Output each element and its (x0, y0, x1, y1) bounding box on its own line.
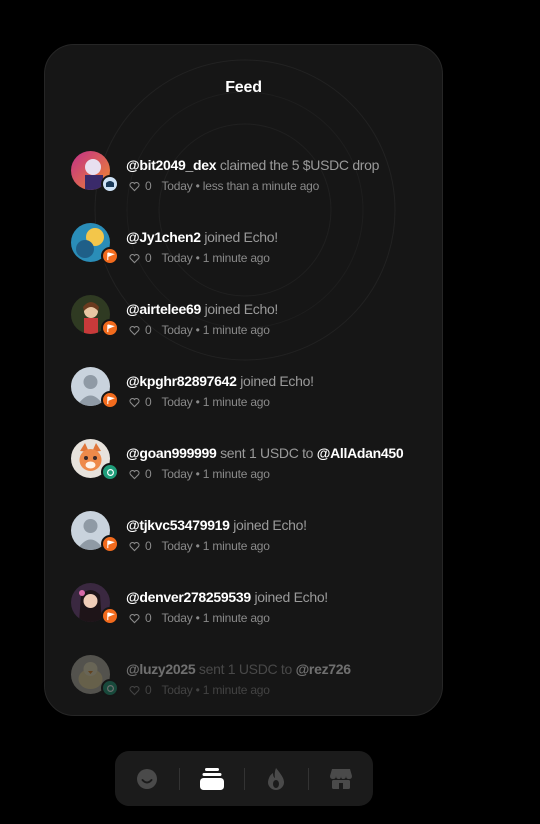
timestamp: Today • 1 minute ago (161, 539, 270, 553)
feed-item[interactable]: @tjkvc53479919 joined Echo! 0 Today • 1 … (45, 509, 442, 581)
heart-icon[interactable] (129, 685, 140, 696)
feed-item[interactable]: @luzy2025 sent 1 USDC to @rez726 0 Today… (45, 653, 442, 715)
flag-badge-icon (101, 391, 119, 409)
timestamp: Today • 1 minute ago (161, 467, 270, 481)
activity-text: joined Echo! (233, 517, 307, 533)
timestamp: Today • 1 minute ago (161, 395, 270, 409)
dock-button-profile[interactable] (115, 751, 179, 806)
username-link[interactable]: @tjkvc53479919 (126, 517, 230, 533)
feed-item[interactable]: @Jy1chen2 joined Echo! 0 Today • 1 minut… (45, 221, 442, 293)
feed-item[interactable]: @goan999999 sent 1 USDC to @AllAdan450 0… (45, 437, 442, 509)
flame-icon (268, 767, 285, 790)
username-link[interactable]: @luzy2025 (126, 661, 196, 677)
store-icon (330, 768, 353, 789)
send-badge-icon (101, 463, 119, 481)
heart-icon[interactable] (129, 613, 140, 624)
like-count: 0 (145, 467, 152, 481)
like-count: 0 (145, 539, 152, 553)
feed-list: @bit2049_dex claimed the 5 $USDC drop 0 … (45, 149, 442, 715)
bottom-dock (115, 751, 373, 806)
feed-stack-icon (199, 767, 224, 790)
timestamp: Today • 1 minute ago (161, 251, 270, 265)
username-link[interactable]: @denver278259539 (126, 589, 251, 605)
flag-badge-icon (101, 607, 119, 625)
like-count: 0 (145, 251, 152, 265)
like-count: 0 (145, 395, 152, 409)
timestamp: Today • less than a minute ago (161, 179, 320, 193)
username-link[interactable]: @goan999999 (126, 445, 217, 461)
activity-text: joined Echo! (254, 589, 328, 605)
activity-text: sent 1 USDC to (220, 445, 314, 461)
like-count: 0 (145, 683, 152, 697)
flag-badge-icon (101, 319, 119, 337)
feed-item[interactable]: @airtelee69 joined Echo! 0 Today • 1 min… (45, 293, 442, 365)
username-link[interactable]: @Jy1chen2 (126, 229, 201, 245)
heart-icon[interactable] (129, 397, 140, 408)
heart-icon[interactable] (129, 325, 140, 336)
feed-card: Feed @bit2049_dex claimed the 5 $USDC dr… (44, 44, 443, 716)
heart-icon[interactable] (129, 541, 140, 552)
timestamp: Today • 1 minute ago (161, 323, 270, 337)
feed-item[interactable]: @kpghr82897642 joined Echo! 0 Today • 1 … (45, 365, 442, 437)
send-badge-icon (101, 679, 119, 697)
activity-text: joined Echo! (240, 373, 314, 389)
username-link[interactable]: @kpghr82897642 (126, 373, 237, 389)
activity-text: claimed the 5 $USDC drop (219, 157, 380, 173)
dock-button-feed[interactable] (180, 751, 244, 806)
activity-text: joined Echo! (204, 229, 278, 245)
feed-item[interactable]: @denver278259539 joined Echo! 0 Today • … (45, 581, 442, 653)
flag-badge-icon (101, 535, 119, 553)
activity-text: sent 1 USDC to (198, 661, 292, 677)
wallet-badge-icon (101, 175, 119, 193)
like-count: 0 (145, 179, 152, 193)
smiley-icon (136, 768, 157, 789)
target-username-link[interactable]: @AllAdan450 (317, 445, 404, 461)
heart-icon[interactable] (129, 469, 140, 480)
username-link[interactable]: @bit2049_dex (126, 157, 217, 173)
timestamp: Today • 1 minute ago (161, 611, 270, 625)
like-count: 0 (145, 611, 152, 625)
feed-item[interactable]: @bit2049_dex claimed the 5 $USDC drop 0 … (45, 149, 442, 221)
flag-badge-icon (101, 247, 119, 265)
username-link[interactable]: @airtelee69 (126, 301, 201, 317)
page-title: Feed (225, 79, 262, 96)
heart-icon[interactable] (129, 181, 140, 192)
dock-button-store[interactable] (309, 751, 373, 806)
timestamp: Today • 1 minute ago (161, 683, 270, 697)
like-count: 0 (145, 323, 152, 337)
target-username-link[interactable]: @rez726 (296, 661, 351, 677)
heart-icon[interactable] (129, 253, 140, 264)
activity-text: joined Echo! (204, 301, 279, 317)
dock-button-trending[interactable] (245, 751, 309, 806)
